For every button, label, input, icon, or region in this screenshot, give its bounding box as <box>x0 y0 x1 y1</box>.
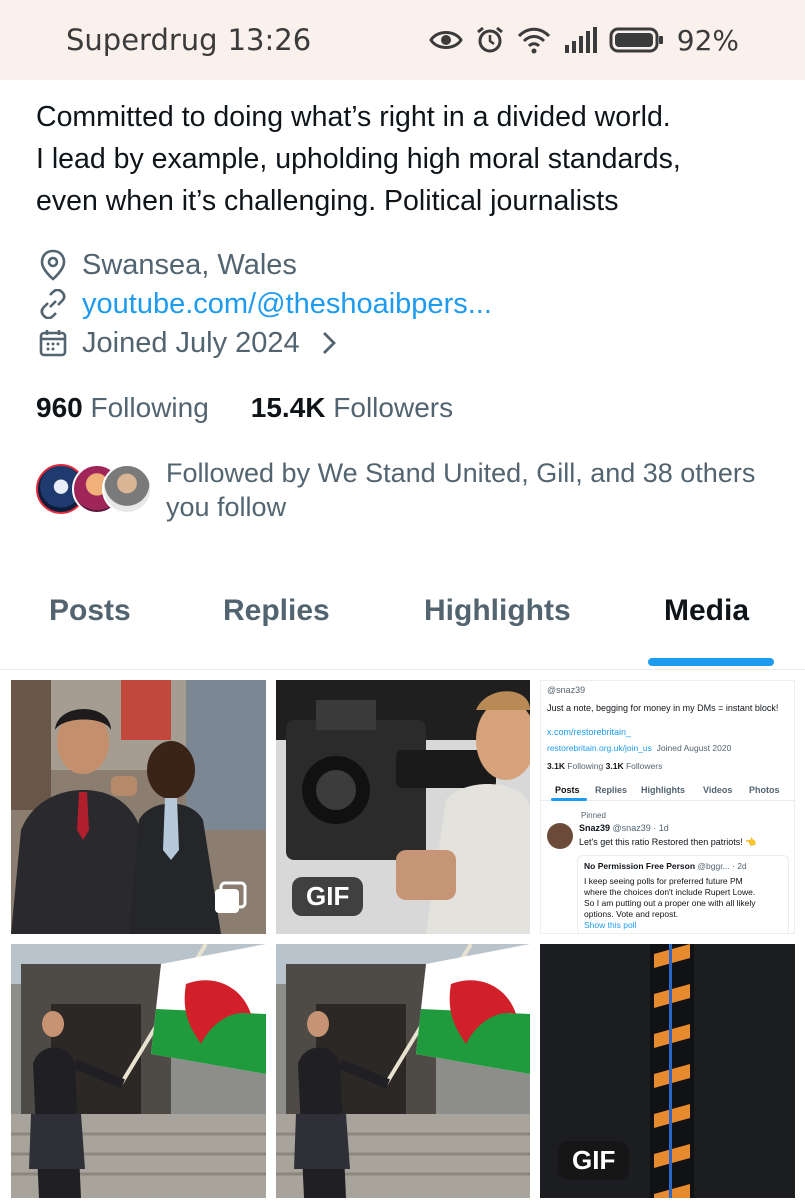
shot-joined: Joined August 2020 <box>656 743 732 753</box>
shot-author-row: Snaz39 @snaz39 · 1d <box>579 823 669 833</box>
shot-author-handle: @snaz39 · 1d <box>612 823 669 833</box>
joined-text: Joined July 2024 <box>82 326 300 359</box>
following-count: 960 <box>36 392 83 423</box>
shot-quoted-line: where the choices don't include Rupert L… <box>584 887 756 897</box>
battery-percent: 92% <box>676 23 739 57</box>
signal-icon <box>563 27 597 53</box>
shot-quoted-author-row: No Permission Free Person @bggr... · 2d <box>584 861 747 871</box>
shot-link: x.com/restorebritain_ <box>547 727 632 737</box>
shot-quoted-post: No Permission Free Person @bggr... · 2d … <box>577 855 789 933</box>
tab-replies[interactable]: Replies <box>223 594 330 628</box>
shot-quoted-line: I keep seeing polls for preferred future… <box>584 876 743 886</box>
shot-quoted-line: options. Vote and repost. <box>584 909 679 919</box>
chevron-right-icon <box>312 326 346 360</box>
profile-tabs: Posts Replies Highlights Media <box>0 580 805 670</box>
shot-followers-label: Followers <box>625 761 663 771</box>
clock: 13:26 <box>227 23 312 57</box>
location-pin-icon <box>36 248 70 282</box>
followed-by-line: you follow <box>166 492 287 522</box>
shot-show-poll: Show this poll <box>584 920 637 930</box>
media-tile-gif[interactable]: GIF <box>276 680 530 934</box>
shot-author: Snaz39 <box>579 823 611 833</box>
shot-handle: @snaz39 <box>547 685 586 695</box>
shot-tab: Posts <box>555 785 580 795</box>
active-tab-indicator <box>648 658 774 666</box>
bio-line: even when it’s challenging. Political jo… <box>36 185 619 217</box>
shot-tab: Videos <box>703 785 733 795</box>
media-tile-screenshot[interactable]: @snaz39 Just a note, begging for money i… <box>540 680 795 934</box>
tab-media[interactable]: Media <box>664 594 749 628</box>
profile-location: Swansea, Wales <box>36 248 297 282</box>
followed-by-line: Followed by We Stand United, Gill, and 3… <box>166 458 756 488</box>
shot-quoted-line: So I am putting out a proper one with al… <box>584 898 756 908</box>
followed-by-avatars <box>36 456 156 516</box>
battery-icon <box>609 26 665 54</box>
carrier-name: Superdrug <box>66 23 218 57</box>
alarm-icon <box>475 25 505 55</box>
shot-quoted-text: I keep seeing polls for preferred future… <box>584 876 756 931</box>
profile-website[interactable]: youtube.com/@theshoaibpers... <box>36 287 492 321</box>
profile-bio: Committed to doing what’s right in a div… <box>36 96 776 222</box>
media-tile-photo[interactable] <box>276 944 530 1198</box>
shot-tabs: Posts Replies Highlights Videos Photos <box>541 781 794 801</box>
gif-badge: GIF <box>292 877 364 916</box>
shot-pinned: Pinned <box>581 811 606 820</box>
status-bar-left: Superdrug 13:26 <box>66 23 311 57</box>
followed-by-text: Followed by We Stand United, Gill, and 3… <box>166 456 786 524</box>
shot-post-text: Let's get this ratio Restored then patri… <box>579 837 757 847</box>
shot-tab: Photos <box>749 785 780 795</box>
followed-by[interactable]: Followed by We Stand United, Gill, and 3… <box>36 456 796 524</box>
shot-following-count: 3.1K <box>547 761 565 771</box>
shot-meta-row: restorebritain.org.uk/join_us Joined Aug… <box>547 743 731 753</box>
wifi-icon <box>517 26 551 54</box>
shot-followers-count: 3.1K <box>605 761 624 771</box>
shot-following-label: Following <box>567 761 604 771</box>
media-tile-photo[interactable] <box>11 944 266 1198</box>
website-link[interactable]: youtube.com/@theshoaibpers... <box>82 288 492 321</box>
followers-count-link[interactable]: 15.4K Followers <box>251 392 453 424</box>
shot-counts: 3.1K Following 3.1K Followers <box>547 761 662 771</box>
shot-quoted-author: No Permission Free Person <box>584 861 696 871</box>
shot-tab: Highlights <box>641 785 685 795</box>
avatar <box>102 464 152 514</box>
shot-tab: Replies <box>595 785 628 795</box>
photo-welsh-flag <box>11 944 266 1198</box>
following-count-link[interactable]: 960 Following <box>36 392 209 424</box>
calendar-icon <box>36 326 70 360</box>
media-tile-gif[interactable]: GIF <box>540 944 795 1198</box>
bio-line: I lead by example, upholding high moral … <box>36 143 681 175</box>
status-bar-right: 92% <box>429 24 739 57</box>
multiple-images-icon <box>212 880 248 916</box>
gif-badge: GIF <box>558 1141 630 1180</box>
location-text: Swansea, Wales <box>82 248 297 281</box>
photo-welsh-flag <box>276 944 530 1198</box>
media-tile-photo[interactable] <box>11 680 266 934</box>
status-bar: Superdrug 13:26 92% <box>0 0 805 80</box>
link-icon <box>36 287 70 321</box>
followers-count: 15.4K <box>250 392 326 423</box>
eye-icon <box>429 28 463 52</box>
profile-joined[interactable]: Joined July 2024 <box>36 326 346 360</box>
tab-highlights[interactable]: Highlights <box>424 594 571 628</box>
followers-label: Followers <box>333 392 454 423</box>
shot-avatar <box>547 823 573 849</box>
shot-bio: Just a note, begging for money in my DMs… <box>547 703 779 713</box>
following-label: Following <box>90 392 209 423</box>
bio-line: Committed to doing what’s right in a div… <box>36 101 671 133</box>
follow-counts: 960 Following 15.4K Followers <box>36 392 453 424</box>
shot-quoted-handle: @bggr... · 2d <box>697 861 747 871</box>
tab-posts[interactable]: Posts <box>49 594 131 628</box>
shot-tab-indicator <box>551 798 587 801</box>
shot-link: restorebritain.org.uk/join_us <box>547 743 652 753</box>
